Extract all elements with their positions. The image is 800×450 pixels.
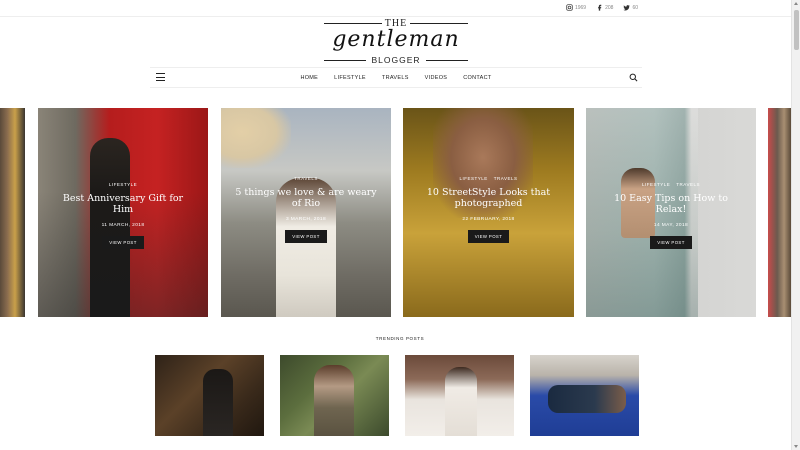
scrollbar-thumb[interactable]: [794, 10, 799, 50]
search-icon[interactable]: [629, 73, 638, 82]
slide-partial-left[interactable]: [0, 108, 25, 317]
trending-posts-title: TRENDING POSTS: [375, 336, 425, 341]
twitter-count: 60: [632, 4, 638, 11]
top-bar: 1969 208 60: [0, 0, 800, 17]
trending-post-thumbnail[interactable]: [405, 355, 514, 436]
scroll-down-icon[interactable]: [794, 445, 798, 448]
slide-date: 22 FEBRUARY, 2018: [462, 216, 515, 222]
slide-content: LIFESTYLE TRAVELS 10 Easy Tips on How to …: [586, 182, 756, 249]
twitter-icon: [623, 5, 631, 11]
slide-date: 14 MAY, 2018: [653, 222, 689, 228]
slide-title[interactable]: Best Anniversary Gift for Him: [38, 193, 208, 216]
slide-date: 11 MARCH, 2018: [101, 222, 145, 228]
view-post-button[interactable]: VIEW POST: [650, 235, 692, 249]
logo-script: gentleman: [332, 27, 460, 52]
slide-content: LIFESTYLE Best Anniversary Gift for Him …: [38, 182, 208, 249]
facebook-count: 208: [605, 4, 614, 11]
slide-category: LIFESTYLE TRAVELS: [642, 182, 700, 187]
slide-category: TRAVELS: [294, 176, 318, 181]
slide-category: LIFESTYLE TRAVELS: [459, 176, 518, 181]
twitter-link[interactable]: 60: [623, 4, 638, 11]
nav-item-contact[interactable]: CONTACT: [455, 68, 499, 88]
facebook-icon: [598, 4, 602, 11]
nav-item-lifestyle[interactable]: LIFESTYLE: [326, 68, 374, 88]
view-post-button[interactable]: VIEW POST: [102, 235, 144, 249]
slide-card[interactable]: LIFESTYLE TRAVELS 10 StreetStyle Looks th…: [403, 108, 574, 317]
logo-blogger: BLOGGER: [371, 55, 421, 65]
main-navigation: HOME LIFESTYLE TRAVELS VIDEOS CONTACT: [150, 67, 642, 88]
slide-content: TRAVELS 5 things we love & are weary of …: [221, 176, 391, 243]
slide-card[interactable]: LIFESTYLE Best Anniversary Gift for Him …: [38, 108, 208, 317]
slide-category: LIFESTYLE: [108, 182, 138, 187]
slide-date: 3 MARCH, 2018: [285, 216, 327, 222]
facebook-link[interactable]: 208: [596, 4, 613, 11]
nav-menu: HOME LIFESTYLE TRAVELS VIDEOS CONTACT: [150, 68, 642, 88]
slide-title[interactable]: 10 Easy Tips on How to Relax!: [586, 193, 756, 216]
vertical-scrollbar[interactable]: [791, 0, 800, 450]
view-post-button[interactable]: VIEW POST: [285, 229, 327, 243]
trending-post-thumbnail[interactable]: [280, 355, 389, 436]
slide-card[interactable]: LIFESTYLE TRAVELS 10 Easy Tips on How to …: [586, 108, 756, 317]
nav-item-videos[interactable]: VIDEOS: [417, 68, 456, 88]
slide-card[interactable]: TRAVELS 5 things we love & are weary of …: [221, 108, 391, 317]
slide-title[interactable]: 10 StreetStyle Looks that photographed: [403, 187, 574, 210]
trending-post-thumbnail[interactable]: [155, 355, 264, 436]
slide-partial-right[interactable]: [768, 108, 791, 317]
slide-content: LIFESTYLE TRAVELS 10 StreetStyle Looks th…: [403, 176, 574, 243]
nav-item-home[interactable]: HOME: [292, 68, 326, 88]
view-post-button[interactable]: VIEW POST: [467, 229, 510, 243]
featured-slider[interactable]: LIFESTYLE Best Anniversary Gift for Him …: [0, 108, 800, 317]
site-logo[interactable]: THE gentleman BLOGGER: [320, 17, 472, 67]
slide-title[interactable]: 5 things we love & are weary of Rio: [221, 187, 391, 210]
scroll-up-icon[interactable]: [794, 2, 798, 5]
social-counters: 1969 208 60: [566, 4, 638, 11]
instagram-icon: [566, 4, 573, 11]
instagram-count: 1969: [574, 4, 587, 11]
instagram-link[interactable]: 1969: [566, 4, 586, 11]
trending-post-thumbnail[interactable]: [530, 355, 639, 436]
nav-item-travels[interactable]: TRAVELS: [374, 68, 417, 88]
slide-umbrella: [221, 108, 291, 168]
